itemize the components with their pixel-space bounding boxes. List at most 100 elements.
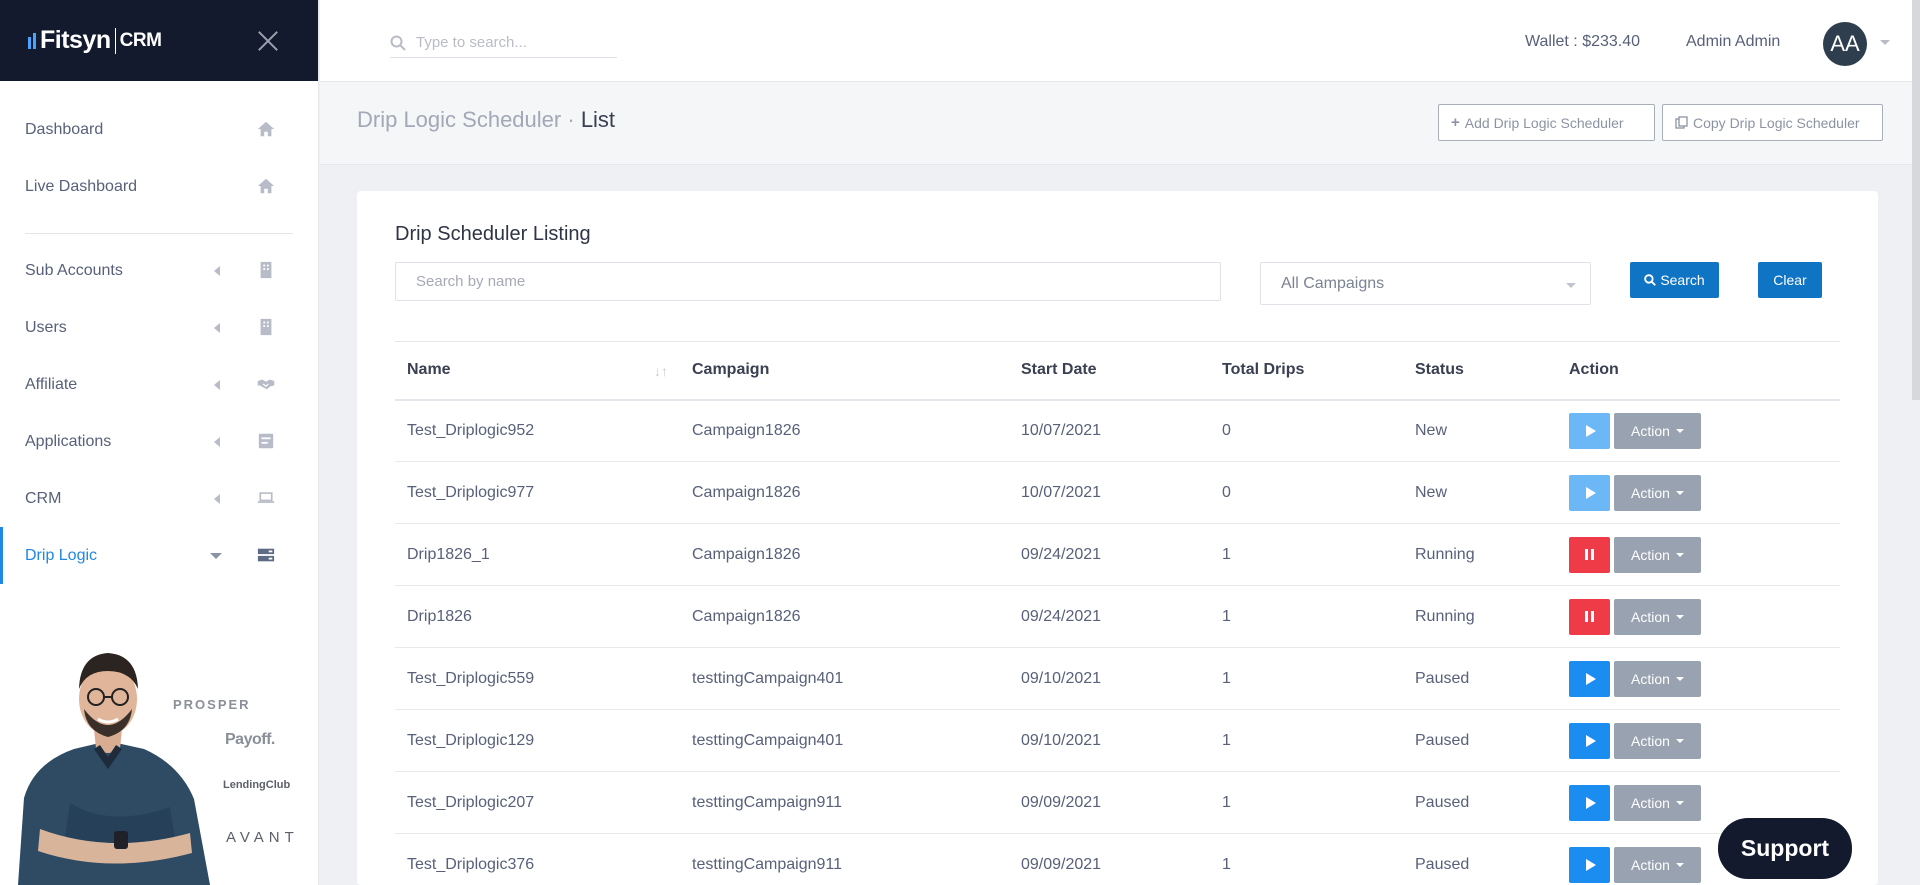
play-button[interactable]	[1569, 846, 1610, 883]
pause-button[interactable]	[1569, 598, 1610, 635]
sidebar-item-dashboard[interactable]: Dashboard	[0, 101, 318, 158]
sidebar-item-crm[interactable]: CRM	[0, 470, 318, 527]
column-header-campaign: Campaign	[680, 341, 1009, 401]
close-sidebar-icon[interactable]	[256, 28, 280, 52]
table-row: Drip1826_1 Campaign1826 09/24/2021 1 Run…	[395, 523, 1840, 586]
cell-action: Action	[1557, 709, 1840, 772]
action-dropdown-button[interactable]: Action	[1614, 784, 1701, 821]
play-button[interactable]	[1569, 660, 1610, 697]
play-button[interactable]	[1569, 474, 1610, 511]
sidebar-item-drip-logic[interactable]: Drip Logic	[0, 527, 318, 584]
chevron-left-icon	[214, 323, 220, 333]
play-icon	[1585, 424, 1596, 437]
scrollbar[interactable]	[1912, 0, 1920, 400]
play-icon	[1585, 672, 1596, 685]
cell-action: Action	[1557, 585, 1840, 648]
action-dropdown-button[interactable]: Action	[1614, 536, 1701, 573]
cell-total-drips: 1	[1210, 585, 1403, 648]
sidebar-nav: Dashboard Live Dashboard Sub Accounts Us…	[0, 81, 318, 584]
sidebar-item-users[interactable]: Users	[0, 299, 318, 356]
action-dropdown-button[interactable]: Action	[1614, 722, 1701, 759]
column-header-total-drips: Total Drips	[1210, 341, 1403, 401]
sidebar-item-applications[interactable]: Applications	[0, 413, 318, 470]
cell-total-drips: 0	[1210, 461, 1403, 524]
sidebar-item-affiliate[interactable]: Affiliate	[0, 356, 318, 413]
name-search-input[interactable]	[395, 262, 1221, 301]
cell-name: Test_Driplogic559	[395, 647, 680, 710]
action-dropdown-button[interactable]: Action	[1614, 474, 1701, 511]
cell-total-drips: 1	[1210, 833, 1403, 885]
cell-name: Test_Driplogic129	[395, 709, 680, 772]
cell-status: New	[1403, 461, 1557, 524]
chevron-left-icon	[214, 266, 220, 276]
listing-title: Drip Scheduler Listing	[395, 223, 591, 245]
play-button[interactable]	[1569, 784, 1610, 821]
column-header-action: Action	[1557, 341, 1840, 401]
global-search-input[interactable]	[416, 34, 606, 51]
chevron-down-icon[interactable]	[1880, 40, 1890, 45]
search-icon	[1644, 274, 1657, 286]
action-dropdown-button[interactable]: Action	[1614, 660, 1701, 697]
sidebar: Fitsyn CRM Dashboard Live Dashboard Sub …	[0, 0, 319, 885]
cell-action: Action	[1557, 523, 1840, 586]
cell-total-drips: 1	[1210, 771, 1403, 834]
chevron-down-icon	[1566, 283, 1576, 288]
chevron-left-icon	[214, 437, 220, 447]
copy-drip-logic-scheduler-button[interactable]: Copy Drip Logic Scheduler	[1662, 104, 1883, 141]
chevron-down-icon	[210, 553, 222, 559]
chevron-down-icon	[1675, 428, 1684, 433]
home-icon	[257, 178, 275, 194]
cell-campaign: testtingCampaign401	[680, 709, 1009, 772]
brand-bar: Fitsyn CRM	[0, 0, 318, 81]
action-dropdown-button[interactable]: Action	[1614, 846, 1701, 883]
cell-total-drips: 1	[1210, 709, 1403, 772]
support-button[interactable]: Support	[1718, 818, 1852, 879]
top-bar: Wallet : $233.40 Admin Admin AA	[320, 0, 1920, 400]
cell-name: Test_Driplogic977	[395, 461, 680, 524]
cell-status: Paused	[1403, 771, 1557, 834]
lendingclub-logo: LendingClub	[223, 779, 291, 791]
handshake-icon	[257, 379, 275, 390]
table-body: Test_Driplogic952 Campaign1826 10/07/202…	[395, 399, 1840, 885]
action-dropdown-button[interactable]: Action	[1614, 412, 1701, 449]
play-button[interactable]	[1569, 722, 1610, 759]
promo-banner: PROSPER Payoff. LendingClub AVANT	[0, 605, 318, 885]
sort-icon[interactable]: ↓↑	[654, 363, 668, 379]
cell-total-drips: 1	[1210, 647, 1403, 710]
pause-button[interactable]	[1569, 536, 1610, 573]
sidebar-item-sub-accounts[interactable]: Sub Accounts	[0, 242, 318, 299]
cell-status: Paused	[1403, 647, 1557, 710]
action-dropdown-button[interactable]: Action	[1614, 598, 1701, 635]
cell-campaign: Campaign1826	[680, 585, 1009, 648]
cell-start-date: 10/07/2021	[1009, 461, 1210, 524]
prosper-logo: PROSPER	[173, 697, 251, 712]
campaign-select[interactable]: All Campaigns	[1260, 262, 1591, 305]
search-icon	[390, 35, 406, 51]
search-button[interactable]: Search	[1630, 262, 1719, 298]
sidebar-item-live-dashboard[interactable]: Live Dashboard	[0, 158, 318, 215]
avant-logo: AVANT	[226, 829, 299, 846]
cell-action: Action	[1557, 399, 1840, 462]
cell-campaign: Campaign1826	[680, 461, 1009, 524]
column-header-start-date: Start Date	[1009, 341, 1210, 401]
clear-button[interactable]: Clear	[1758, 262, 1822, 298]
column-header-name[interactable]: Name ↓↑	[395, 341, 680, 401]
pause-icon	[1585, 611, 1594, 622]
cell-total-drips: 1	[1210, 523, 1403, 586]
cell-status: Paused	[1403, 833, 1557, 885]
chevron-down-icon	[1675, 614, 1684, 619]
form-icon	[258, 433, 274, 449]
breadcrumb-parent[interactable]: Drip Logic Scheduler	[357, 107, 561, 132]
avatar[interactable]: AA	[1823, 22, 1867, 66]
cell-status: Paused	[1403, 709, 1557, 772]
add-drip-logic-scheduler-button[interactable]: + Add Drip Logic Scheduler	[1438, 104, 1655, 141]
play-button[interactable]	[1569, 412, 1610, 449]
breadcrumb: Drip Logic Scheduler · List	[357, 107, 615, 133]
copy-icon	[1675, 116, 1688, 129]
user-name[interactable]: Admin Admin	[1686, 33, 1780, 51]
global-search	[390, 28, 617, 58]
cell-action: Action	[1557, 647, 1840, 710]
logo[interactable]: Fitsyn CRM	[28, 26, 162, 55]
laptop-icon	[257, 492, 275, 503]
cell-status: New	[1403, 399, 1557, 462]
